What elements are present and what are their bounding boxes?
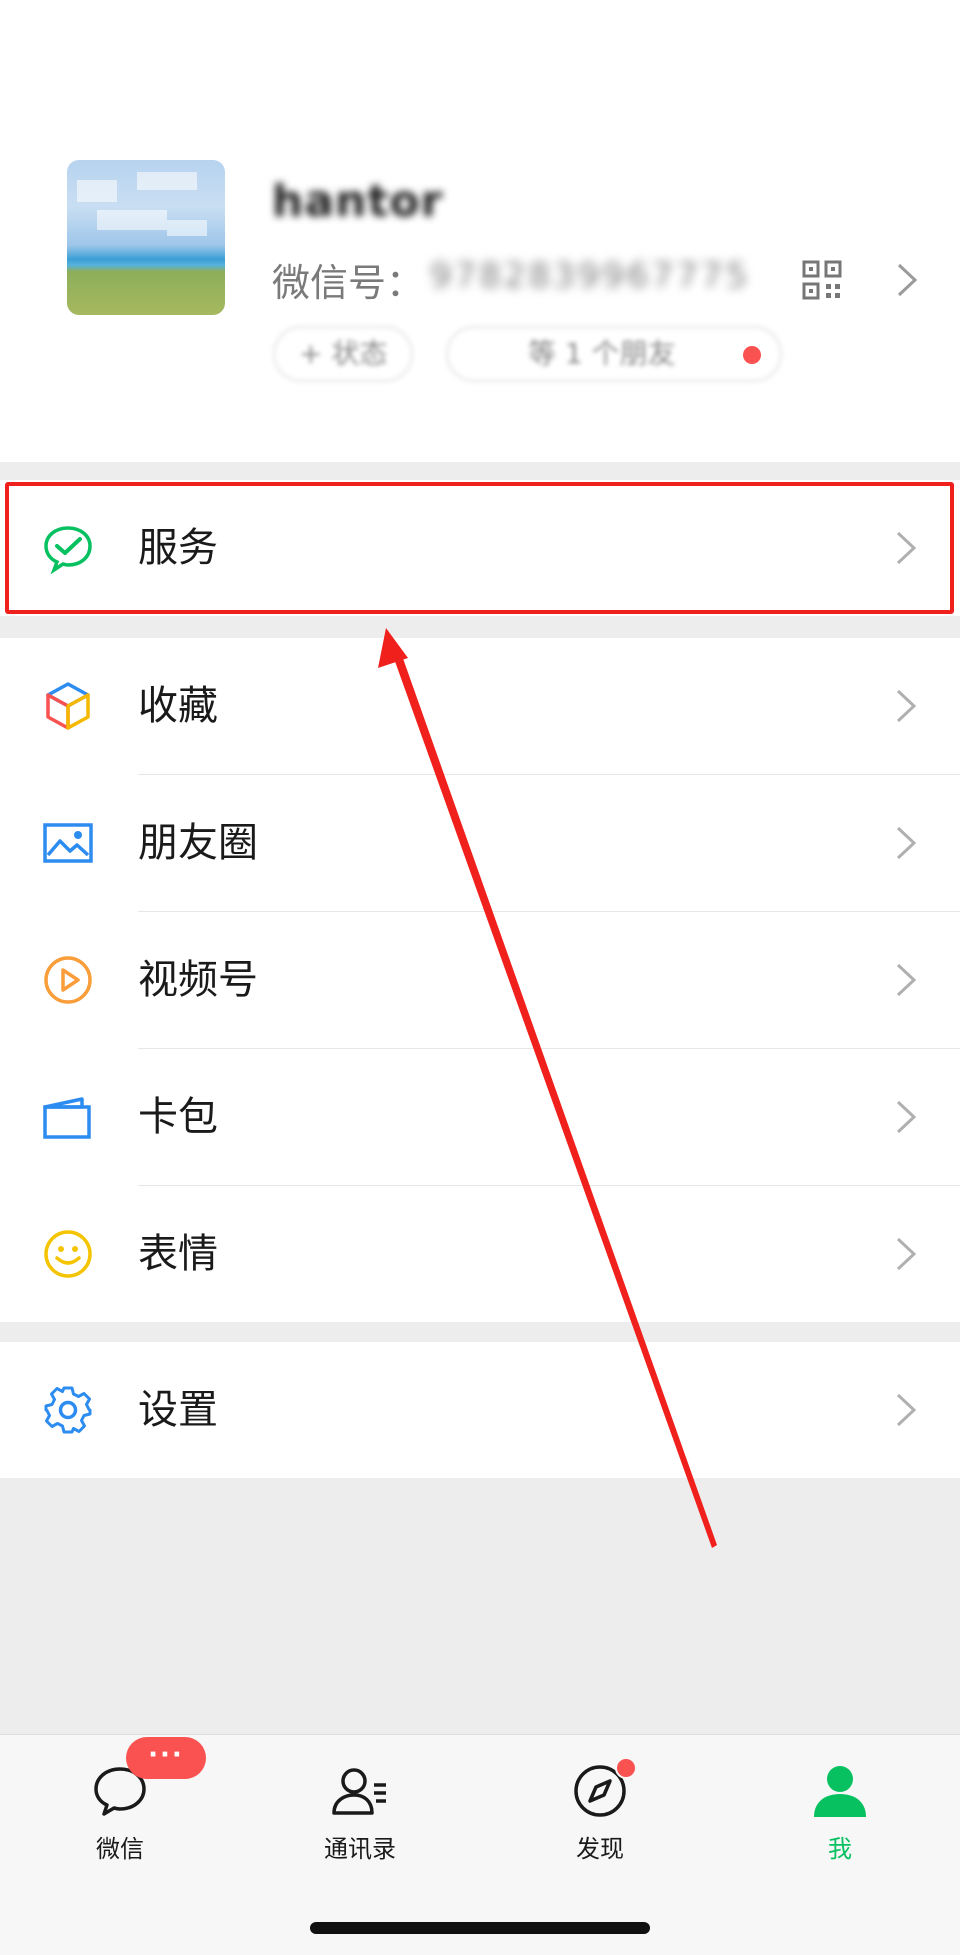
menu-item-moments[interactable]: 朋友圈	[0, 775, 960, 911]
menu-item-label: 设置	[138, 1387, 218, 1433]
profile-header[interactable]: hantor 微信号： 9782839967775 + 状态 等 1 个朋友	[0, 0, 960, 462]
settings-section: 设置	[0, 1342, 960, 1478]
wallet-icon	[43, 1097, 91, 1139]
menu-item-label: 表情	[138, 1231, 218, 1277]
contacts-icon	[332, 1768, 386, 1815]
menu-item-label: 卡包	[138, 1094, 218, 1140]
menu-item-label: 视频号	[138, 957, 258, 1003]
tab-contacts[interactable]: 通讯录	[240, 1735, 480, 1875]
tab-me[interactable]: 我	[720, 1735, 960, 1875]
home-indicator[interactable]	[310, 1922, 650, 1934]
chevron-right-icon	[896, 1237, 917, 1271]
menu-item-settings[interactable]: 设置	[0, 1342, 960, 1478]
friends-status-pill[interactable]: 等 1 个朋友	[446, 326, 782, 382]
tab-label: 微信	[96, 1835, 144, 1863]
image-icon	[43, 823, 93, 863]
discover-dot-badge	[615, 1757, 637, 1779]
main-menu-section: 收藏 朋友圈 视频号 卡包 表情	[0, 638, 960, 1322]
highlight-box	[5, 482, 954, 614]
play-circle-icon	[44, 956, 92, 1004]
chevron-right-icon	[896, 963, 917, 997]
chevron-right-icon	[896, 1393, 917, 1427]
nickname: hantor	[272, 176, 444, 227]
menu-item-cards[interactable]: 卡包	[0, 1049, 960, 1185]
status-pill[interactable]: + 状态	[273, 326, 414, 382]
tab-label: 通讯录	[324, 1835, 396, 1863]
chevron-right-icon[interactable]	[896, 262, 918, 298]
menu-item-label: 收藏	[138, 683, 218, 729]
qr-code-icon[interactable]	[802, 260, 842, 300]
wechat-id-value: 9782839967775	[430, 256, 751, 296]
smiley-icon	[44, 1230, 92, 1278]
chevron-right-icon	[896, 826, 917, 860]
tab-label: 发现	[576, 1835, 624, 1863]
menu-item-label: 朋友圈	[138, 820, 258, 866]
person-icon	[814, 1766, 866, 1817]
wechat-id-label: 微信号：	[272, 261, 425, 305]
unread-badge: ···	[126, 1737, 206, 1779]
tab-chats[interactable]: ··· 微信	[0, 1735, 240, 1875]
unread-dot	[743, 346, 761, 364]
tab-discover[interactable]: 发现	[480, 1735, 720, 1875]
menu-item-stickers[interactable]: 表情	[0, 1186, 960, 1322]
tab-label: 我	[828, 1835, 852, 1863]
chevron-right-icon	[896, 689, 917, 723]
avatar[interactable]	[67, 160, 225, 315]
menu-item-favorites[interactable]: 收藏	[0, 638, 960, 774]
chevron-right-icon	[896, 1100, 917, 1134]
menu-item-channels[interactable]: 视频号	[0, 912, 960, 1048]
cube-icon	[46, 682, 90, 730]
gear-icon	[44, 1386, 92, 1434]
